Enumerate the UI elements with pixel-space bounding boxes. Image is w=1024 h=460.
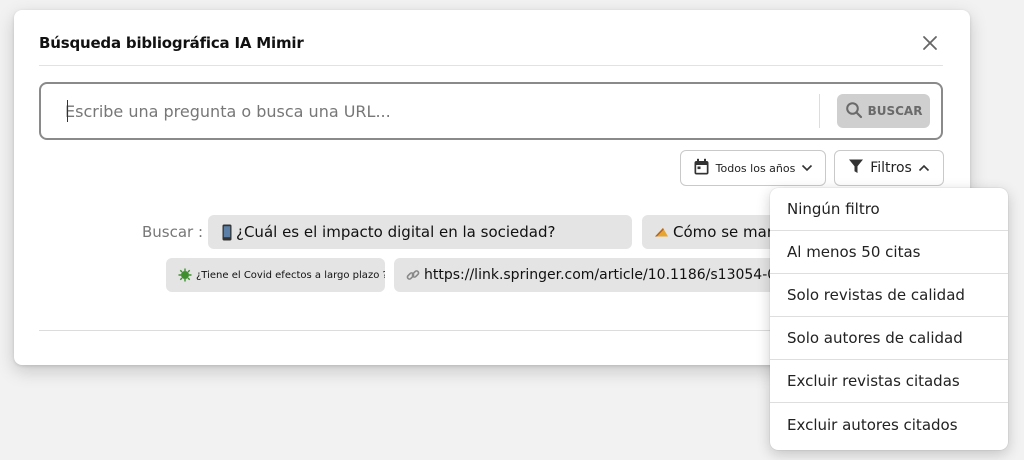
filters-dropdown[interactable]: Filtros [834,150,944,186]
funnel-icon [848,158,864,178]
virus-icon [178,268,192,282]
year-filter-dropdown[interactable]: Todos los años [680,150,826,186]
filter-option-exclude-cited-journals[interactable]: Excluir revistas citadas [770,360,1008,403]
close-icon[interactable] [919,32,941,54]
cheese-wedge-icon [654,226,669,238]
mobile-phone-icon [222,224,232,241]
search-divider [819,94,820,128]
search-button-label: BUSCAR [867,104,923,118]
suggestion-text: ¿Cuál es el impacto digital en la socied… [236,223,556,241]
suggestion-chip[interactable]: ¿Cuál es el impacto digital en la socied… [208,215,632,249]
filter-option-quality-journals[interactable]: Solo revistas de calidad [770,274,1008,317]
filter-option-min-citations[interactable]: Al menos 50 citas [770,231,1008,274]
chevron-down-icon [801,162,813,175]
link-icon [406,268,420,282]
year-filter-label: Todos los años [715,161,796,175]
suggestion-text: Cómo se man [673,223,777,241]
suggestion-text: https://link.springer.com/article/10.118… [424,267,804,283]
title-divider [39,65,943,66]
filter-option-none[interactable]: Ningún filtro [770,188,1008,231]
suggestion-chip[interactable]: ¿Tiene el Covid efectos a largo plazo ? [166,258,385,292]
filters-label: Filtros [870,160,912,176]
suggestions-label: Buscar : [142,223,204,241]
search-button[interactable]: BUSCAR [837,94,930,128]
calendar-icon [693,158,710,179]
filters-menu: Ningún filtro Al menos 50 citas Solo rev… [770,188,1008,450]
dialog-title: Búsqueda bibliográfica IA Mimir [39,34,304,52]
search-bar: BUSCAR [39,82,943,140]
search-icon [845,101,863,122]
suggestion-text: ¿Tiene el Covid efectos a largo plazo ? [196,269,385,281]
text-caret [67,100,68,122]
filter-option-exclude-cited-authors[interactable]: Excluir autores citados [770,403,1008,446]
filter-option-quality-authors[interactable]: Solo autores de calidad [770,317,1008,360]
chevron-up-icon [918,160,930,176]
search-input[interactable] [65,98,805,124]
suggestion-chip[interactable]: https://link.springer.com/article/10.118… [394,258,804,292]
